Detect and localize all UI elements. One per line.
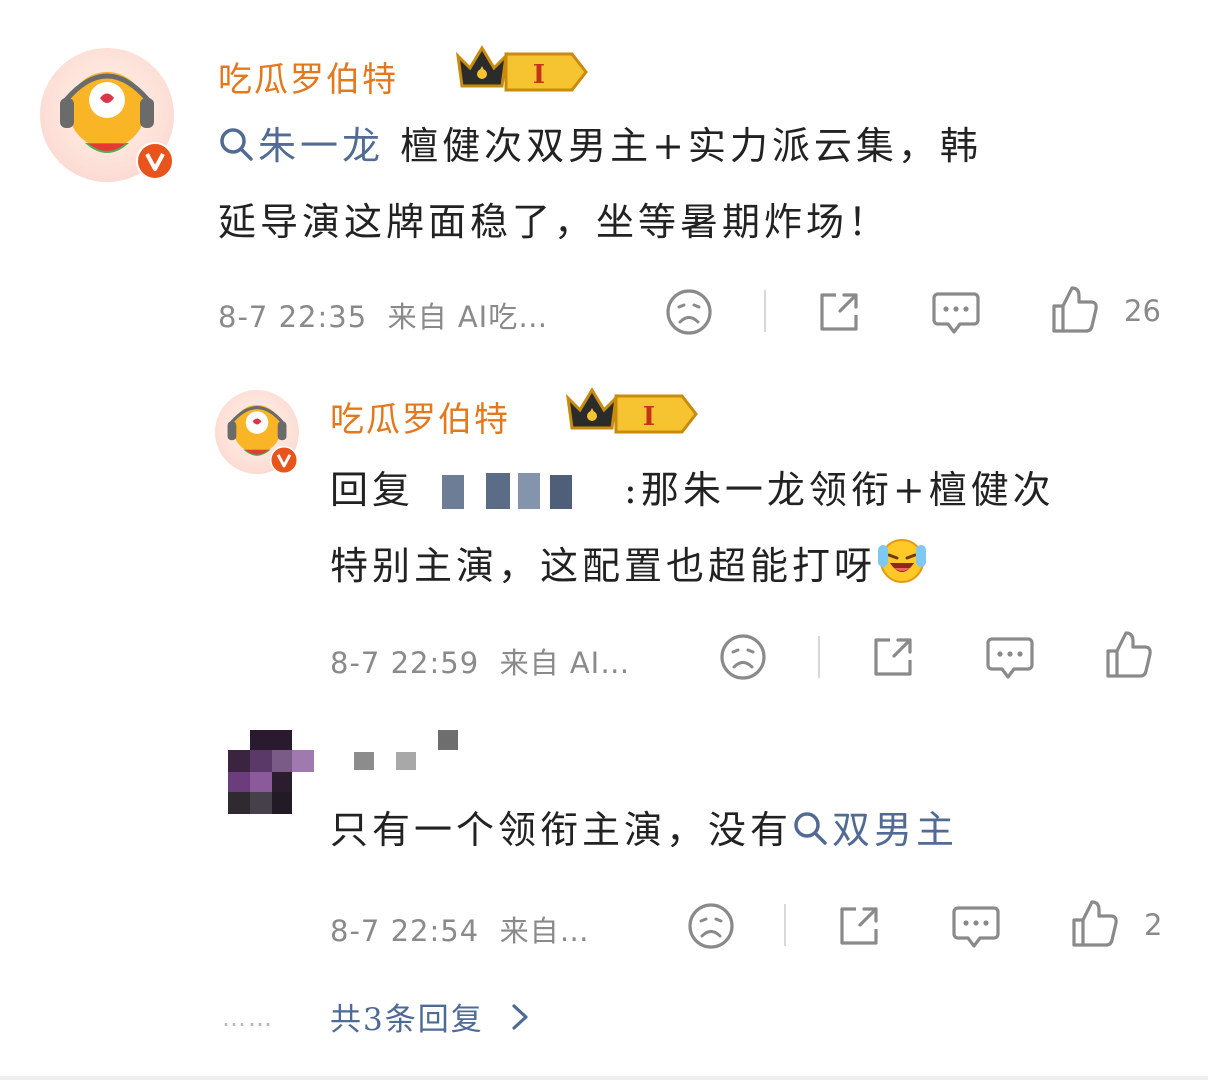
dislike-button[interactable] [686, 901, 736, 951]
thumbs-up-icon [1072, 900, 1118, 947]
like-button[interactable] [1050, 284, 1100, 336]
comment-meta: 8-7 22:35 来自 AI吃… [218, 294, 548, 336]
like-button[interactable] [1104, 629, 1154, 681]
reply-avatar[interactable] [215, 390, 299, 474]
share-button[interactable] [868, 632, 918, 682]
search-icon [794, 812, 827, 845]
verified-v-icon [136, 142, 174, 184]
more-replies-label: 共3条回复 [330, 1002, 484, 1038]
reply-button[interactable] [950, 902, 1002, 952]
sad-face-icon [666, 289, 712, 335]
verified-v-icon [270, 446, 298, 478]
dislike-button[interactable] [718, 632, 768, 682]
thumbs-up-icon [1052, 286, 1098, 333]
reply-meta: 8-7 22:59 来自 AI… [330, 640, 630, 682]
sad-face-icon [688, 903, 734, 949]
comment-bubble-icon [952, 906, 1000, 948]
reply-text-line1: :那朱一龙领衔+檀健次 [624, 468, 1055, 512]
share-icon [840, 907, 878, 945]
comment-username[interactable]: 吃瓜罗伯特 [218, 52, 398, 101]
level-text: I [533, 60, 545, 90]
reply-body: 回复 :那朱一龙领衔+檀健次 特别主演，这配置也超能打呀 [330, 452, 1190, 604]
thumbs-up-icon [1106, 631, 1152, 678]
level-text: I [643, 402, 655, 432]
comment-source: 来自 AI吃… [387, 300, 549, 334]
comment-body: 朱一龙 檀健次双男主+实力派云集，韩 延导演这牌面稳了，坐等暑期炸场！ [218, 108, 1178, 260]
share-button[interactable] [834, 901, 884, 951]
share-icon [820, 293, 858, 331]
level-badge[interactable]: I [564, 384, 698, 436]
reply-text: 只有一个领衔主演，没有 [330, 808, 793, 852]
bottom-divider [0, 1076, 1208, 1080]
share-icon [874, 638, 912, 676]
reply-avatar-redacted[interactable] [228, 730, 316, 814]
reply-button[interactable] [984, 633, 1036, 683]
divider [764, 290, 766, 332]
topic-link[interactable]: 双男主 [792, 808, 958, 852]
reply-button[interactable] [930, 288, 982, 338]
reply-text-line2: 特别主演，这配置也超能打呀 [330, 544, 877, 588]
reply-source: 来自… [499, 914, 590, 948]
redacted-username[interactable] [354, 728, 464, 772]
like-button[interactable] [1070, 898, 1120, 950]
comment-bubble-icon [932, 292, 980, 334]
crown-icon [565, 387, 619, 430]
more-replies-link[interactable]: 共3条回复 [330, 994, 532, 1039]
dislike-button[interactable] [664, 287, 714, 337]
like-count: 26 [1124, 294, 1161, 328]
sad-face-icon [720, 634, 766, 680]
comment-text-line1: 檀健次双男主+实力派云集，韩 [384, 124, 982, 168]
topic-link[interactable]: 朱一龙 [218, 124, 384, 168]
divider [818, 636, 820, 678]
like-count: 2 [1144, 908, 1163, 942]
comment-bubble-icon [986, 637, 1034, 679]
reply-username[interactable]: 吃瓜罗伯特 [330, 392, 510, 441]
reply-time: 8-7 22:59 [330, 646, 480, 680]
reply-body: 只有一个领衔主演，没有 双男主 [330, 792, 1190, 868]
comment-time: 8-7 22:35 [218, 300, 368, 334]
search-icon [220, 128, 253, 161]
redacted-username [414, 469, 624, 509]
reply-source: 来自 AI… [499, 646, 631, 680]
share-button[interactable] [814, 287, 864, 337]
comment-text-line2: 延导演这牌面稳了，坐等暑期炸场！ [218, 200, 891, 244]
reply-meta: 8-7 22:54 来自… [330, 908, 590, 950]
laugh-cry-emoji [878, 539, 927, 583]
reply-time: 8-7 22:54 [330, 914, 480, 948]
level-badge[interactable]: I [454, 42, 588, 94]
crown-icon [455, 45, 509, 88]
divider [784, 904, 786, 946]
chevron-right-icon [511, 1004, 528, 1030]
more-replies-dots: …… [222, 1004, 274, 1032]
avatar[interactable] [40, 48, 174, 182]
reply-prefix: 回复 [330, 468, 415, 512]
